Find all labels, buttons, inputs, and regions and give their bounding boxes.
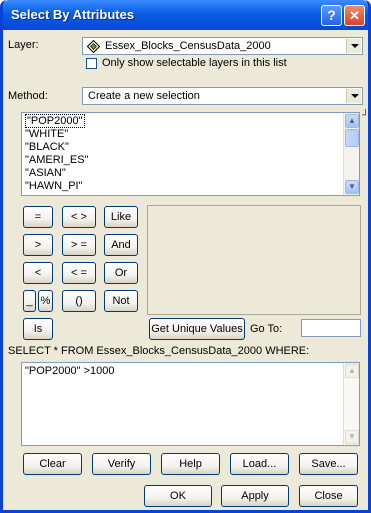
chevron-down-icon[interactable] <box>346 39 361 53</box>
help-icon[interactable]: ? <box>321 5 342 26</box>
close-button[interactable]: Close <box>299 485 358 507</box>
field-item[interactable]: "WHITE" <box>25 128 68 140</box>
method-label: Method: <box>8 90 48 102</box>
parentheses-button[interactable]: () <box>62 290 96 312</box>
layer-label: Layer: <box>8 39 39 51</box>
field-item[interactable]: "HAWN_PI" <box>25 180 83 192</box>
field-item[interactable]: "POP2000" <box>25 114 85 128</box>
query-expression: "POP2000" >1000 <box>25 365 115 377</box>
less-equal-button[interactable]: < = <box>62 262 96 284</box>
fields-list[interactable]: "POP2000" "WHITE" "BLACK" "AMERI_ES" "AS… <box>21 112 360 196</box>
field-item-label: "POP2000" <box>25 114 85 128</box>
and-button[interactable]: And <box>104 234 138 256</box>
save-button[interactable]: Save... <box>299 453 358 475</box>
percent-button[interactable]: % <box>38 290 53 312</box>
scroll-up-icon[interactable]: ▲ <box>345 364 359 378</box>
selectable-only-label: Only show selectable layers in this list <box>102 57 287 69</box>
window-title: Select By Attributes <box>11 7 135 22</box>
layer-value: Essex_Blocks_CensusData_2000 <box>105 40 271 52</box>
query-header: SELECT * FROM Essex_Blocks_CensusData_20… <box>8 345 310 357</box>
greater-equal-button[interactable]: > = <box>62 234 96 256</box>
is-button[interactable]: Is <box>23 318 53 340</box>
scroll-down-icon[interactable]: ▼ <box>345 180 359 194</box>
or-button[interactable]: Or <box>104 262 138 284</box>
field-item[interactable]: "ASIAN" <box>25 167 66 179</box>
equals-button[interactable]: = <box>23 206 53 228</box>
not-equal-button[interactable]: < > <box>62 206 96 228</box>
not-button[interactable]: Not <box>104 290 138 312</box>
layer-diamond-icon <box>87 40 100 53</box>
method-value: Create a new selection <box>88 90 200 102</box>
field-item[interactable]: "AMERI_ES" <box>25 154 88 166</box>
fields-scrollbar[interactable]: ▲ ▼ <box>343 113 359 195</box>
selectable-only-checkbox[interactable] <box>86 58 97 69</box>
less-than-button[interactable]: < <box>23 262 53 284</box>
verify-button[interactable]: Verify <box>92 453 151 475</box>
unique-values-list[interactable] <box>147 205 361 315</box>
scroll-down-icon[interactable]: ▼ <box>345 430 359 444</box>
method-dropdown[interactable]: Create a new selection <box>82 87 363 105</box>
ok-button[interactable]: OK <box>144 485 212 507</box>
greater-than-button[interactable]: > <box>23 234 53 256</box>
chevron-down-icon[interactable] <box>346 89 361 103</box>
clear-button[interactable]: Clear <box>23 453 82 475</box>
get-unique-values-button[interactable]: Get Unique Values <box>149 318 245 340</box>
help-button[interactable]: Help <box>161 453 220 475</box>
select-by-attributes-window: Select By Attributes ? ✕ Layer: Essex_Bl… <box>0 0 371 513</box>
title-bar[interactable]: Select By Attributes ? ✕ <box>3 0 368 30</box>
field-item[interactable]: "BLACK" <box>25 141 69 153</box>
query-scrollbar[interactable]: ▲ ▼ <box>343 363 359 445</box>
goto-input[interactable] <box>301 319 361 337</box>
goto-label: Go To: <box>250 323 283 335</box>
layer-dropdown[interactable]: Essex_Blocks_CensusData_2000 <box>82 37 363 55</box>
like-button[interactable]: Like <box>104 206 138 228</box>
close-icon[interactable]: ✕ <box>344 5 365 26</box>
query-textbox[interactable]: "POP2000" >1000 ▲ ▼ <box>21 362 360 446</box>
scroll-up-icon[interactable]: ▲ <box>345 114 359 128</box>
load-button[interactable]: Load... <box>230 453 289 475</box>
apply-button[interactable]: Apply <box>221 485 289 507</box>
resize-grip-icon: ┘ <box>362 110 370 121</box>
underscore-button[interactable]: _ <box>23 290 36 312</box>
scroll-thumb[interactable] <box>345 129 359 147</box>
